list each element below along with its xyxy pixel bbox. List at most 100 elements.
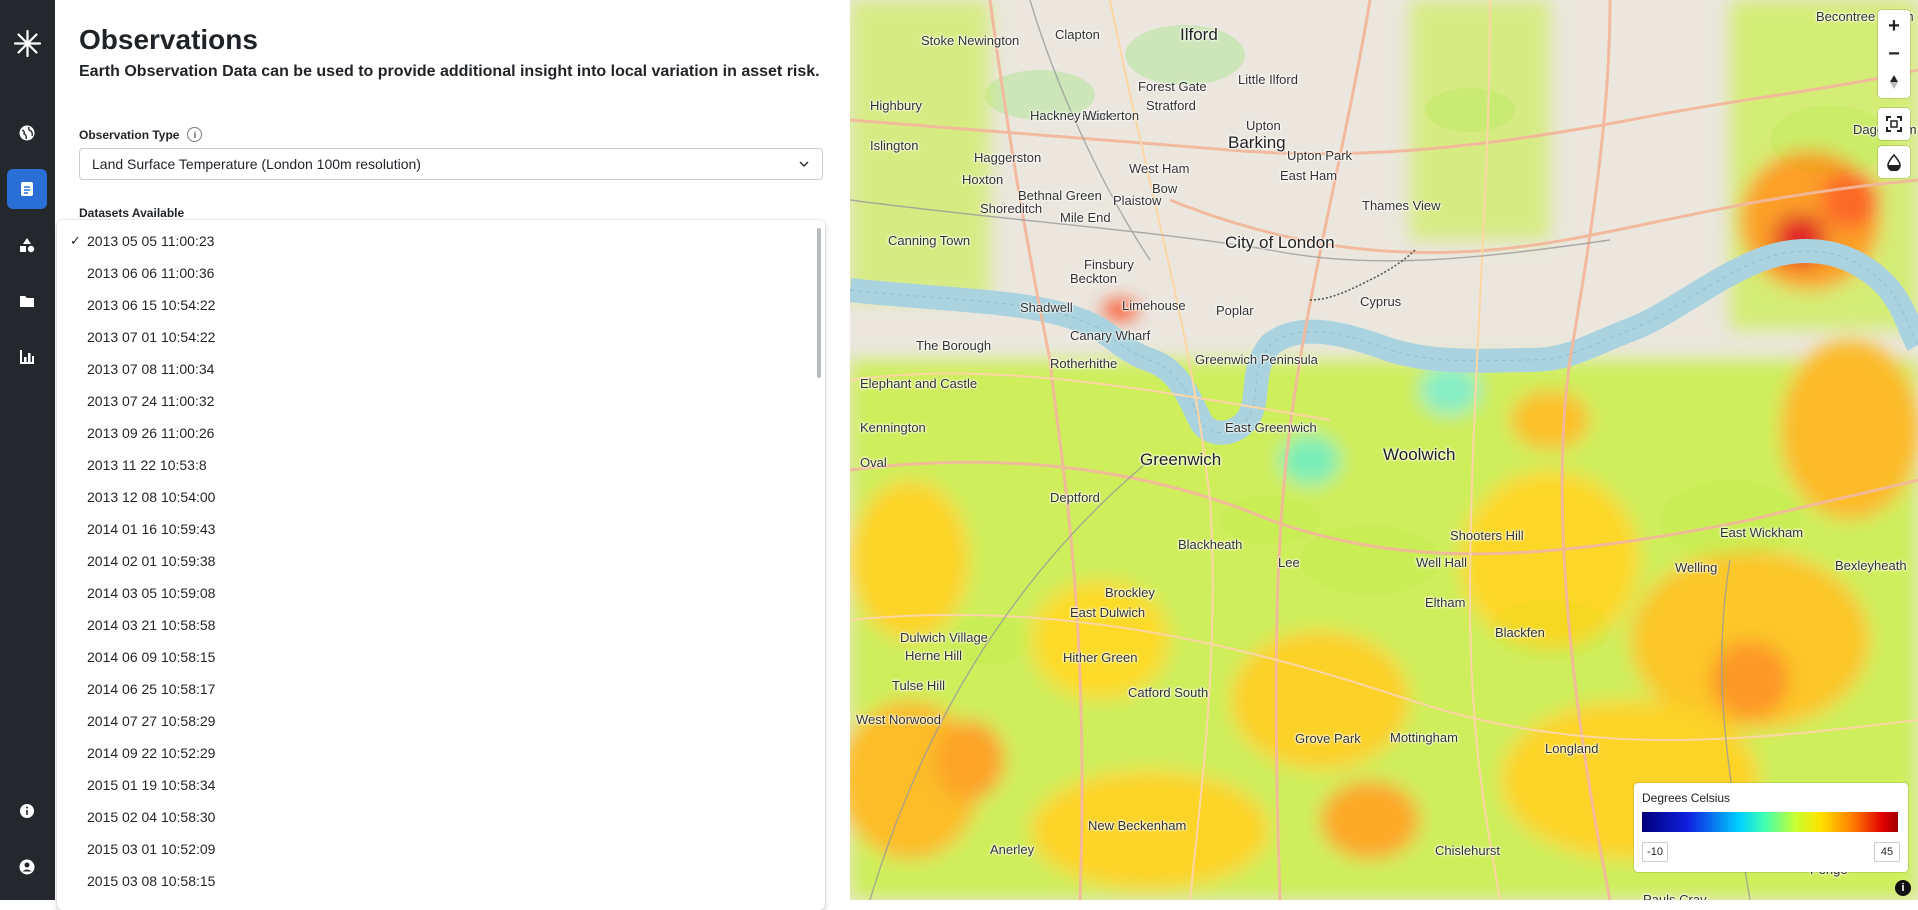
map-place-label: Clapton (1055, 27, 1100, 42)
dataset-option-label: 2014 01 16 10:59:43 (87, 521, 216, 537)
folder-icon (20, 296, 34, 307)
dataset-option[interactable]: 2015 01 19 10:58:34 (57, 769, 825, 801)
map-place-label: Plaistow (1113, 193, 1162, 208)
fullscreen-control (1878, 108, 1910, 140)
dataset-option[interactable]: 2013 06 15 10:54:22 (57, 289, 825, 321)
map-place-label: Herne Hill (905, 648, 963, 663)
dataset-option[interactable]: 2015 03 01 10:52:09 (57, 833, 825, 865)
legend-min-input[interactable]: -10 (1642, 842, 1668, 862)
map-place-label: Hither Green (1063, 650, 1138, 665)
compass-icon (1890, 75, 1898, 89)
opacity-button[interactable] (1878, 148, 1910, 176)
dataset-option[interactable]: 2014 02 01 10:59:38 (57, 545, 825, 577)
dataset-option[interactable]: 2014 01 16 10:59:43 (57, 513, 825, 545)
dataset-option[interactable]: 2015 02 04 10:58:30 (57, 801, 825, 833)
map-place-label: Ilford (1180, 25, 1218, 44)
map-place-label: Catford South (1128, 685, 1209, 700)
map-place-label: Beckton (1070, 271, 1117, 286)
info-circle-icon[interactable]: i (187, 127, 203, 142)
map-place-label: East Wickham (1720, 525, 1804, 540)
zoom-in-button[interactable]: + (1878, 12, 1910, 40)
legend-title: Degrees Celsius (1642, 791, 1731, 805)
fullscreen-button[interactable] (1878, 110, 1910, 138)
map-view[interactable]: Becontree Heath Clapton Ilford Stoke Newing… (850, 0, 1918, 900)
sidebar-item-analytics[interactable] (7, 337, 47, 377)
dataset-option-label: 2015 02 04 10:58:30 (87, 809, 216, 825)
app-logo-icon[interactable] (12, 28, 43, 59)
map-place-label: Finsbury (1084, 257, 1134, 272)
dataset-option[interactable]: 2014 09 22 10:52:29 (57, 737, 825, 769)
map-place-label: Anerley (990, 842, 1035, 857)
info-icon (20, 804, 34, 818)
map-place-label: Shoreditch (980, 201, 1043, 216)
map-place-label: Thames View (1362, 198, 1441, 213)
map-place-label: East Greenwich (1225, 420, 1317, 435)
datasets-list: ✓ 2013 05 05 11:00:23 2013 06 06 11:00:36 2… (57, 220, 825, 897)
datasets-dropdown[interactable]: ✓ 2013 05 05 11:00:23 2013 06 06 11:00:36 2… (57, 220, 825, 910)
dataset-option-label: 2013 11 22 10:53:8 (87, 457, 207, 473)
sidebar-item-info[interactable] (7, 791, 47, 831)
observation-type-select[interactable]: Land Surface Temperature (London 100m re… (79, 148, 823, 180)
reset-north-button[interactable] (1878, 68, 1910, 96)
sidebar-item-observations[interactable] (7, 169, 47, 209)
observations-icon (21, 182, 33, 196)
dataset-option[interactable]: ✓ 2013 05 05 11:00:23 (57, 225, 825, 257)
map-place-label: Kennington (860, 420, 926, 435)
sidebar-item-folder[interactable] (7, 281, 47, 321)
map-place-label: Elephant and Castle (860, 376, 978, 391)
map-place-label: City of London (1225, 233, 1335, 252)
map-place-label: Shooters Hill (1450, 528, 1524, 543)
zoom-out-button[interactable]: − (1878, 40, 1910, 68)
dataset-option[interactable]: 2015 03 08 10:58:15 (57, 865, 825, 897)
dataset-option[interactable]: 2014 06 09 10:58:15 (57, 641, 825, 673)
map-place-label: New Beckenham (1088, 818, 1187, 833)
dataset-option[interactable]: 2013 07 08 11:00:34 (57, 353, 825, 385)
map-place-label: East Dulwich (1070, 605, 1146, 620)
dataset-option[interactable]: 2013 09 26 11:00:26 (57, 417, 825, 449)
map-place-label: Forest Gate (1138, 79, 1207, 94)
map-place-label: Tulse Hill (892, 678, 945, 693)
map-place-label: Hoxton (962, 172, 1004, 187)
bar-chart-icon (20, 350, 34, 364)
attribution-button[interactable]: i (1895, 880, 1911, 896)
map-place-label: Stoke Newington (921, 33, 1020, 48)
map-place-label: West Ham (1129, 161, 1190, 176)
map-place-label: Canning Town (888, 233, 971, 248)
map-place-label: Poplar (1216, 303, 1254, 318)
dataset-option[interactable]: 2013 12 08 10:54:00 (57, 481, 825, 513)
map-place-label: Mottingham (1390, 730, 1458, 745)
dataset-option[interactable]: 2013 07 24 11:00:32 (57, 385, 825, 417)
user-icon (19, 859, 35, 875)
dataset-option[interactable]: 2014 06 25 10:58:17 (57, 673, 825, 705)
observation-type-label: Observation Type (79, 127, 180, 142)
dataset-option[interactable]: 2013 07 01 10:54:22 (57, 321, 825, 353)
dataset-option-label: 2014 07 27 10:58:29 (87, 713, 216, 729)
map-place-label: Highbury (870, 98, 923, 113)
dataset-option[interactable]: 2013 06 06 11:00:36 (57, 257, 825, 289)
sidebar-item-globe[interactable] (7, 113, 47, 153)
legend-max-input[interactable]: 45 (1874, 842, 1900, 862)
map-place-label: Greenwich (1140, 450, 1222, 469)
map-place-label: The Borough (916, 338, 992, 353)
map-place-label: Pauls Cray (1643, 892, 1707, 900)
dropdown-scrollbar[interactable] (817, 228, 821, 378)
dataset-option[interactable]: 2013 11 22 10:53:8 (57, 449, 825, 481)
map-place-label: Stratford (1146, 98, 1196, 113)
map-place-label: Chislehurst (1435, 843, 1501, 858)
observations-panel: Observations Earth Observation Data can … (55, 0, 850, 910)
dataset-option[interactable]: 2014 03 05 10:59:08 (57, 577, 825, 609)
legend-gradient (1642, 812, 1898, 832)
map-place-label: Dulwich Village (900, 630, 988, 645)
dataset-option[interactable]: 2014 07 27 10:58:29 (57, 705, 825, 737)
dataset-option-label: 2014 09 22 10:52:29 (87, 745, 216, 761)
dataset-option-label: 2013 05 05 11:00:23 (87, 233, 215, 249)
sidebar-item-shapes[interactable] (7, 225, 47, 265)
map-place-label: Woolwich (1383, 445, 1456, 464)
dataset-option-label: 2014 06 25 10:58:17 (87, 681, 216, 697)
dataset-option-label: 2014 06 09 10:58:15 (87, 649, 216, 665)
sidebar-item-user[interactable] (7, 847, 47, 887)
droplet-icon (1887, 153, 1901, 171)
map-place-label: Limehouse (1122, 298, 1186, 313)
dataset-option[interactable]: 2014 03 21 10:58:58 (57, 609, 825, 641)
sidebar (0, 0, 55, 900)
